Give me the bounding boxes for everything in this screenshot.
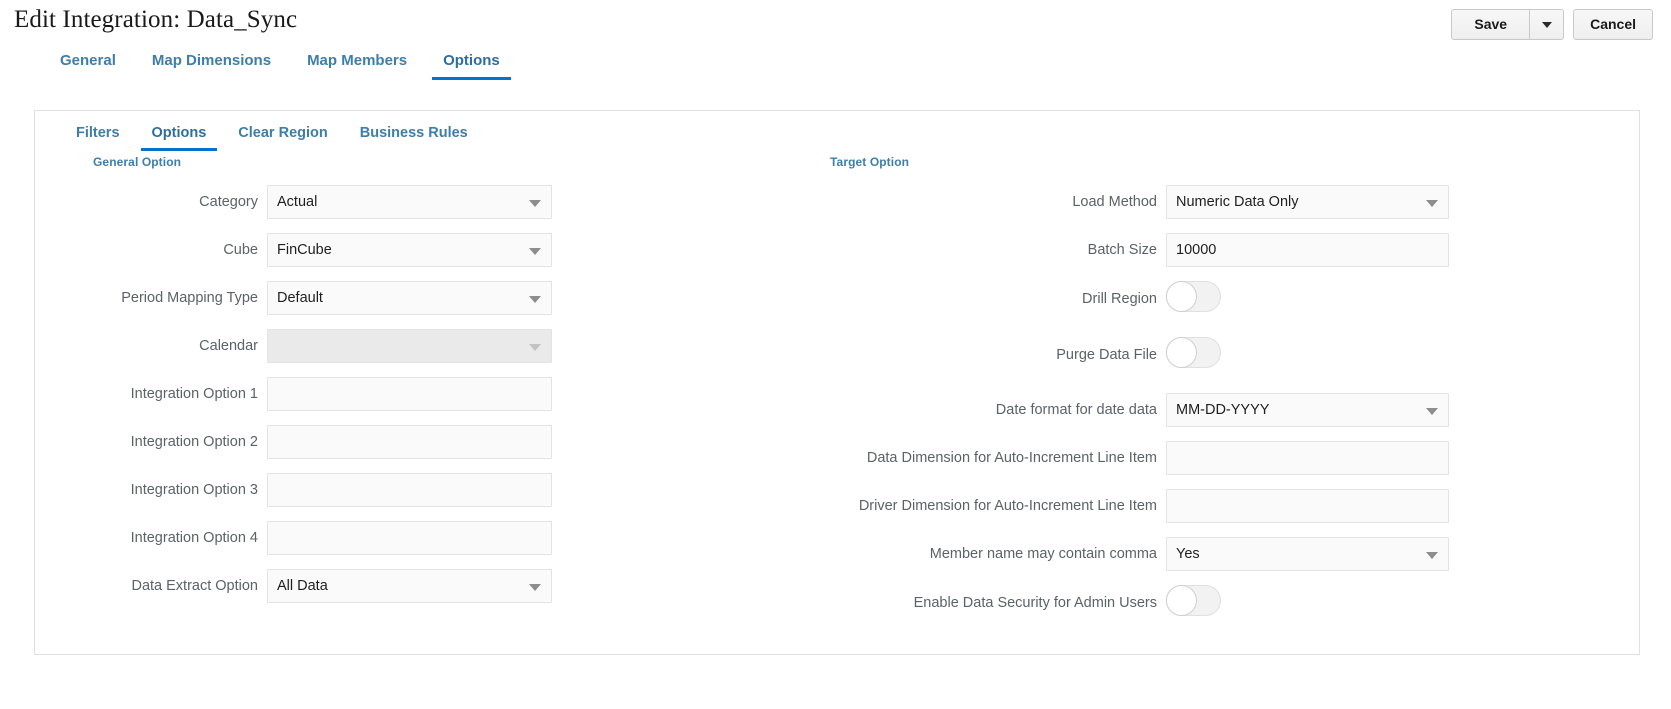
control-data-extract-option: [267, 569, 552, 603]
drill-region-toggle[interactable]: [1166, 281, 1221, 312]
header-actions: Save Cancel: [1451, 9, 1653, 40]
integration-option-2-input[interactable]: [267, 425, 552, 459]
save-button[interactable]: Save: [1451, 9, 1530, 40]
label-integration-option-2: Integration Option 2: [59, 433, 267, 451]
options-card: Filters Options Clear Region Business Ru…: [34, 110, 1640, 655]
control-cube: [267, 233, 552, 267]
control-calendar: [267, 329, 552, 363]
tab-general[interactable]: General: [42, 46, 134, 80]
integration-option-4-input[interactable]: [267, 521, 552, 555]
date-format-select[interactable]: [1166, 393, 1449, 427]
outer-tab-bar: General Map Dimensions Map Members Optio…: [0, 46, 1671, 88]
label-data-extract-option: Data Extract Option: [59, 577, 267, 595]
form-row-member-name-comma: Member name may contain comma: [795, 537, 1615, 571]
control-date-format: [1166, 393, 1449, 427]
form-row-calendar: Calendar: [59, 329, 759, 363]
form-row-batch-size: Batch Size: [795, 233, 1615, 267]
control-enable-data-security: [1166, 585, 1449, 621]
purge-data-file-toggle[interactable]: [1166, 337, 1221, 368]
label-category: Category: [59, 193, 267, 211]
cancel-button[interactable]: Cancel: [1573, 9, 1653, 40]
integration-option-1-input[interactable]: [267, 377, 552, 411]
page-title: Edit Integration: Data_Sync: [14, 6, 297, 34]
form-row-purge-data-file: Purge Data File: [795, 337, 1615, 373]
form-row-data-dimension: Data Dimension for Auto-Increment Line I…: [795, 441, 1615, 475]
label-integration-option-4: Integration Option 4: [59, 529, 267, 547]
toggle-knob-icon: [1166, 585, 1197, 616]
control-driver-dimension: [1166, 489, 1449, 523]
label-integration-option-1: Integration Option 1: [59, 385, 267, 403]
target-option-column: Target Option Load Method Batch Size Dri…: [795, 155, 1615, 641]
control-category: [267, 185, 552, 219]
control-purge-data-file: [1166, 337, 1449, 373]
inner-tab-business-rules[interactable]: Business Rules: [344, 121, 484, 151]
cube-select[interactable]: [267, 233, 552, 267]
data-dimension-input[interactable]: [1166, 441, 1449, 475]
form-row-date-format: Date format for date data: [795, 393, 1615, 427]
label-period-mapping-type: Period Mapping Type: [59, 289, 267, 307]
tab-options[interactable]: Options: [425, 46, 518, 80]
form-row-enable-data-security: Enable Data Security for Admin Users: [795, 585, 1615, 621]
inner-tab-clear-region[interactable]: Clear Region: [222, 121, 343, 151]
form-row-period-mapping-type: Period Mapping Type: [59, 281, 759, 315]
integration-option-3-input[interactable]: [267, 473, 552, 507]
form-row-load-method: Load Method: [795, 185, 1615, 219]
form-row-integration-option-3: Integration Option 3: [59, 473, 759, 507]
load-method-select[interactable]: [1166, 185, 1449, 219]
caret-down-icon: [1542, 22, 1552, 28]
data-extract-option-select[interactable]: [267, 569, 552, 603]
label-purge-data-file: Purge Data File: [795, 346, 1166, 364]
member-name-comma-select[interactable]: [1166, 537, 1449, 571]
inner-tab-bar: Filters Options Clear Region Business Ru…: [35, 111, 1639, 155]
control-integration-option-1: [267, 377, 552, 411]
control-member-name-comma: [1166, 537, 1449, 571]
inner-tab-filters[interactable]: Filters: [60, 121, 136, 151]
inner-tab-options[interactable]: Options: [136, 121, 223, 151]
label-integration-option-3: Integration Option 3: [59, 481, 267, 499]
label-batch-size: Batch Size: [795, 241, 1166, 259]
control-integration-option-2: [267, 425, 552, 459]
calendar-select: [267, 329, 552, 363]
control-drill-region: [1166, 281, 1449, 317]
form-row-data-extract-option: Data Extract Option: [59, 569, 759, 603]
control-batch-size: [1166, 233, 1449, 267]
form-row-integration-option-4: Integration Option 4: [59, 521, 759, 555]
form-row-driver-dimension: Driver Dimension for Auto-Increment Line…: [795, 489, 1615, 523]
enable-data-security-toggle[interactable]: [1166, 585, 1221, 616]
control-data-dimension: [1166, 441, 1449, 475]
form-row-category: Category: [59, 185, 759, 219]
control-period-mapping-type: [267, 281, 552, 315]
target-option-section-title: Target Option: [830, 155, 1615, 169]
control-integration-option-3: [267, 473, 552, 507]
control-integration-option-4: [267, 521, 552, 555]
form-row-integration-option-1: Integration Option 1: [59, 377, 759, 411]
label-date-format: Date format for date data: [795, 401, 1166, 419]
driver-dimension-input[interactable]: [1166, 489, 1449, 523]
label-driver-dimension: Driver Dimension for Auto-Increment Line…: [795, 497, 1166, 515]
batch-size-input[interactable]: [1166, 233, 1449, 267]
toggle-knob-icon: [1166, 337, 1197, 368]
control-load-method: [1166, 185, 1449, 219]
page-header: Edit Integration: Data_Sync Save Cancel: [0, 0, 1671, 46]
general-option-column: General Option Category Cube Period Mapp…: [59, 155, 759, 617]
form-row-cube: Cube: [59, 233, 759, 267]
label-drill-region: Drill Region: [795, 290, 1166, 308]
form-row-integration-option-2: Integration Option 2: [59, 425, 759, 459]
label-enable-data-security: Enable Data Security for Admin Users: [795, 594, 1166, 612]
label-load-method: Load Method: [795, 193, 1166, 211]
label-calendar: Calendar: [59, 337, 267, 355]
label-member-name-comma: Member name may contain comma: [795, 545, 1166, 563]
options-columns: General Option Category Cube Period Mapp…: [35, 155, 1639, 625]
save-dropdown-button[interactable]: [1530, 9, 1564, 40]
label-data-dimension: Data Dimension for Auto-Increment Line I…: [795, 449, 1166, 467]
general-option-section-title: General Option: [93, 155, 759, 169]
period-mapping-type-select[interactable]: [267, 281, 552, 315]
toggle-knob-icon: [1166, 281, 1197, 312]
form-row-drill-region: Drill Region: [795, 281, 1615, 317]
label-cube: Cube: [59, 241, 267, 259]
tab-map-members[interactable]: Map Members: [289, 46, 425, 80]
category-select[interactable]: [267, 185, 552, 219]
tab-map-dimensions[interactable]: Map Dimensions: [134, 46, 289, 80]
